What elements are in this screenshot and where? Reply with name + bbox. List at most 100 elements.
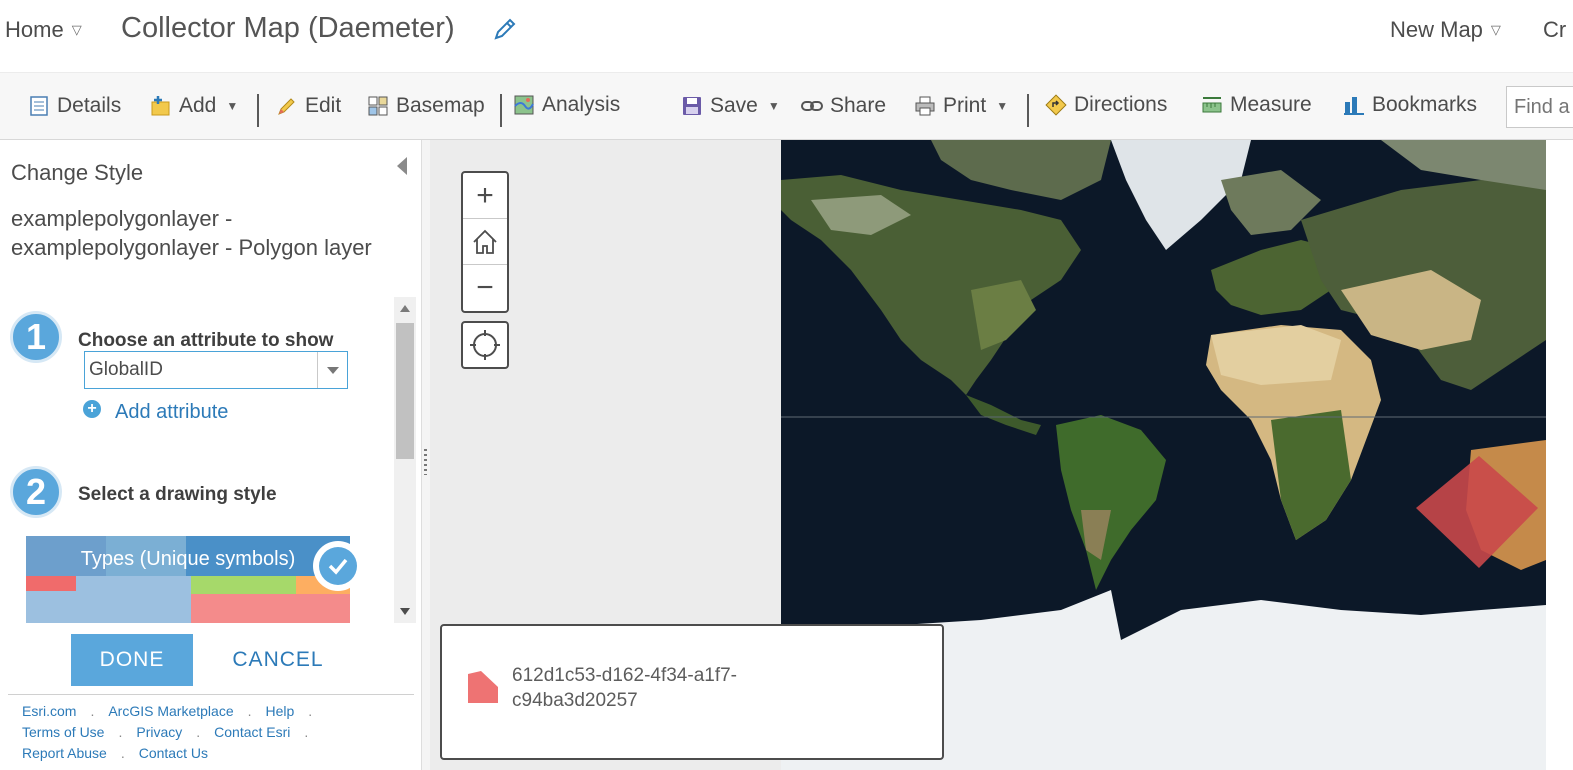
bookmarks-label: Bookmarks: [1372, 93, 1478, 116]
page-title: Collector Map (Daemeter): [121, 12, 455, 44]
toolbar-divider: [500, 94, 502, 127]
printer-icon: [915, 96, 935, 116]
footer-separator: .: [308, 703, 313, 719]
print-label: Print: [943, 94, 987, 117]
save-button[interactable]: Save ▼: [681, 91, 780, 121]
change-style-panel: Change Style examplepolygonlayer - examp…: [0, 140, 421, 770]
footer-link[interactable]: Esri.com: [22, 703, 76, 724]
done-button[interactable]: DONE: [71, 634, 193, 686]
home-extent-button[interactable]: [463, 219, 507, 265]
attribute-select[interactable]: GlobalID: [84, 351, 348, 389]
share-label: Share: [830, 94, 887, 117]
toolbar-divider: [257, 94, 259, 127]
locate-button[interactable]: [461, 321, 509, 369]
home-icon: [473, 229, 497, 254]
footer-link[interactable]: Privacy: [136, 724, 182, 745]
footer-row: Report Abuse. Contact Us: [8, 745, 414, 766]
directions-button[interactable]: Directions: [1045, 90, 1167, 120]
edit-button[interactable]: Edit: [276, 91, 341, 121]
attribute-select-value: GlobalID: [89, 359, 163, 380]
style-swatch: [191, 594, 350, 623]
footer-link[interactable]: Contact Us: [139, 745, 208, 766]
scroll-down-icon[interactable]: [400, 608, 410, 615]
footer-link[interactable]: Contact Esri: [214, 724, 290, 745]
style-option-types[interactable]: Types (Unique symbols): [26, 536, 350, 623]
basemap-label: Basemap: [396, 94, 485, 117]
panel-scrollbar[interactable]: [394, 297, 416, 623]
chevron-down-icon: [326, 366, 339, 374]
print-button[interactable]: Print ▼: [914, 91, 1008, 121]
collapse-panel-icon[interactable]: [397, 157, 407, 175]
find-address-input[interactable]: [1506, 86, 1573, 128]
footer-link[interactable]: Report Abuse: [22, 745, 107, 766]
caret-down-icon: ▼: [226, 99, 239, 113]
checkmark-icon: [328, 558, 348, 575]
step-2-label: Select a drawing style: [78, 484, 277, 505]
home-menu[interactable]: Home ▽: [5, 17, 82, 43]
scrollbar-thumb[interactable]: [396, 323, 414, 459]
style-swatch: [76, 576, 191, 623]
add-layer-icon: [151, 96, 170, 116]
new-map-menu[interactable]: New Map ▽: [1390, 17, 1501, 43]
details-label: Details: [57, 94, 122, 117]
legend-value: 612d1c53-d162-4f34-a1f7-c94ba3d20257: [512, 665, 738, 711]
chevron-down-icon: ▽: [1490, 22, 1501, 37]
footer-separator: .: [196, 724, 201, 740]
create-menu-partial[interactable]: Cr: [1543, 17, 1566, 43]
details-button[interactable]: Details: [28, 91, 121, 121]
analysis-map-icon: [514, 95, 534, 115]
directions-sign-icon: [1045, 94, 1067, 116]
locate-crosshair-icon: [470, 330, 500, 360]
step-2-badge: 2: [10, 466, 62, 518]
add-attribute-link[interactable]: + Add attribute: [83, 399, 229, 424]
panel-title: Change Style: [11, 160, 144, 185]
footer-row: Terms of Use. Privacy. Contact Esri.: [8, 724, 414, 745]
style-option-label: Types (Unique symbols): [80, 548, 296, 570]
save-label: Save: [710, 94, 758, 117]
footer-links: Esri.com. ArcGIS Marketplace. Help. Term…: [8, 694, 414, 766]
share-button[interactable]: Share: [801, 91, 886, 121]
footer-link[interactable]: Terms of Use: [22, 724, 104, 745]
toolbar-divider: [1027, 94, 1029, 127]
scroll-up-icon[interactable]: [400, 305, 410, 312]
directions-label: Directions: [1074, 93, 1168, 116]
style-swatch: [26, 591, 76, 623]
feature-popup: 612d1c53-d162-4f34-a1f7-c94ba3d20257: [440, 624, 944, 760]
chevron-down-icon: ▽: [71, 22, 82, 37]
style-swatch: [191, 576, 296, 594]
selected-check-icon: [313, 541, 363, 591]
splitter-grip-icon[interactable]: [424, 449, 427, 475]
share-link-icon: [801, 101, 823, 111]
add-attribute-label: Add attribute: [115, 401, 229, 423]
zoom-in-button[interactable]: +: [463, 173, 507, 219]
style-swatch: [26, 576, 76, 591]
footer-separator: .: [120, 745, 125, 761]
zoom-control: + −: [461, 171, 509, 313]
app-header: Home ▽ Collector Map (Daemeter) New Map …: [0, 0, 1573, 72]
polygon-legend-swatch: [468, 671, 498, 703]
footer-link[interactable]: ArcGIS Marketplace: [108, 703, 233, 724]
cancel-button[interactable]: CANCEL: [221, 634, 335, 686]
add-label: Add: [179, 94, 217, 117]
footer-row: Esri.com. ArcGIS Marketplace. Help.: [8, 703, 414, 724]
footer-link[interactable]: Help: [266, 703, 295, 724]
basemap-button[interactable]: Basemap: [367, 91, 485, 121]
bookmarks-icon: [1344, 97, 1364, 115]
map-view[interactable]: + − 612d1c53-d162-4f34-a1f7-c94ba3d20257: [430, 140, 1573, 770]
measure-ruler-icon: [1202, 97, 1222, 113]
edit-pencil-icon[interactable]: [492, 16, 518, 42]
basemap-grid-icon: [368, 96, 388, 116]
attribute-dropdown-button[interactable]: [317, 352, 347, 388]
measure-label: Measure: [1230, 93, 1312, 116]
footer-separator: .: [118, 724, 123, 740]
measure-button[interactable]: Measure: [1201, 90, 1312, 120]
plus-circle-icon: +: [83, 399, 101, 418]
add-button[interactable]: Add ▼: [150, 91, 238, 121]
step-1-label: Choose an attribute to show: [78, 330, 334, 351]
footer-separator: .: [304, 724, 309, 740]
new-map-label: New Map: [1390, 17, 1483, 42]
zoom-out-button[interactable]: −: [463, 265, 507, 311]
bookmarks-button[interactable]: Bookmarks: [1343, 90, 1477, 120]
analysis-button[interactable]: Analysis: [513, 90, 620, 120]
caret-down-icon: ▼: [996, 99, 1009, 113]
